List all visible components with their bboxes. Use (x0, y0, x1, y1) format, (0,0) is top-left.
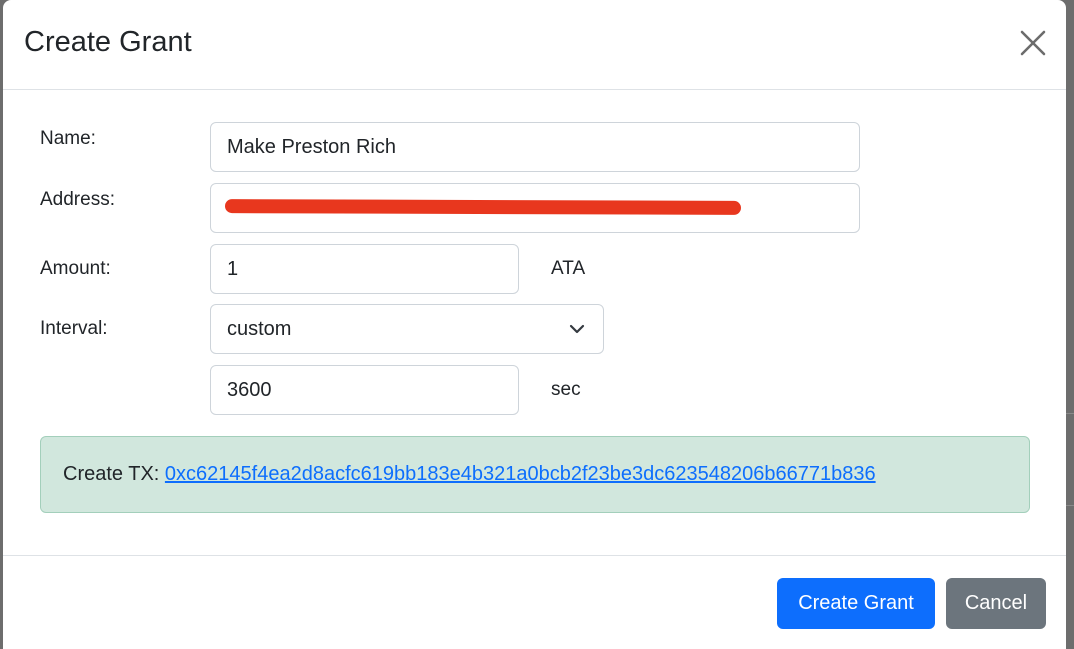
create-grant-button[interactable]: Create Grant (777, 578, 935, 629)
interval-label: Interval: (40, 318, 108, 339)
chevron-down-icon (569, 324, 585, 334)
close-button[interactable] (1018, 28, 1048, 58)
amount-input[interactable] (210, 244, 519, 294)
custom-interval-unit: sec (551, 379, 581, 400)
tx-prefix: Create TX: (63, 463, 160, 485)
redaction-mark (224, 199, 742, 215)
name-input[interactable] (210, 122, 860, 172)
name-label: Name: (40, 128, 96, 149)
custom-interval-input[interactable] (210, 365, 519, 415)
close-icon (1020, 30, 1046, 56)
create-grant-modal: Create Grant Name: Address: Amount: ATA … (3, 0, 1066, 649)
modal-header: Create Grant (3, 0, 1066, 90)
tx-alert: Create TX: 0xc62145f4ea2d8acfc619bb183e4… (40, 436, 1030, 513)
cancel-button[interactable]: Cancel (946, 578, 1046, 629)
address-label: Address: (40, 189, 115, 210)
tx-alert-text: Create TX: 0xc62145f4ea2d8acfc619bb183e4… (63, 463, 876, 486)
modal-title: Create Grant (24, 26, 192, 58)
modal-footer: Create Grant Cancel (3, 555, 1066, 649)
tx-hash-link[interactable]: 0xc62145f4ea2d8acfc619bb183e4b321a0bcb2f… (165, 463, 876, 485)
amount-label: Amount: (40, 258, 111, 279)
interval-selected-value: custom (227, 318, 292, 340)
interval-select[interactable]: custom (210, 304, 604, 354)
amount-unit: ATA (551, 258, 586, 279)
